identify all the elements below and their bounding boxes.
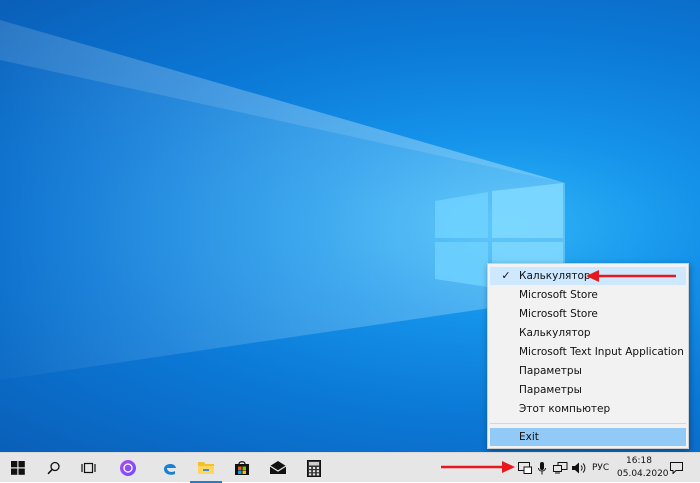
menu-item-label: Microsoft Store — [519, 308, 598, 320]
menu-item-label: Параметры — [519, 365, 582, 377]
menu-item-label: Microsoft Text Input Application — [519, 346, 684, 358]
checkmark-icon: ✓ — [501, 269, 511, 282]
network-icon[interactable] — [551, 453, 569, 483]
menu-item-text-input-app[interactable]: Microsoft Text Input Application — [490, 343, 686, 361]
task-view-icon[interactable] — [72, 453, 104, 483]
red-arrow-menu — [586, 270, 676, 282]
tray-context-menu: ✓ Калькулятор Microsoft Store Microsoft … — [487, 263, 689, 449]
alice-assistant-icon[interactable] — [112, 453, 144, 483]
notifications-icon[interactable] — [664, 453, 688, 483]
taskbar: РУС 16:18 05.04.2020 — [0, 452, 700, 483]
menu-separator — [490, 423, 686, 424]
menu-item-settings-2[interactable]: Параметры — [490, 381, 686, 399]
menu-item-label: Параметры — [519, 384, 582, 396]
clock-time[interactable]: 16:18 — [626, 456, 652, 466]
tray-app-icon[interactable] — [516, 453, 534, 483]
red-arrow-tray — [441, 461, 515, 473]
volume-icon[interactable] — [570, 453, 588, 483]
menu-item-this-pc[interactable]: Этот компьютер — [490, 400, 686, 418]
windows-start-icon[interactable] — [0, 453, 36, 483]
menu-item-label: Этот компьютер — [519, 403, 611, 415]
clock-date[interactable]: 05.04.2020 — [617, 469, 669, 479]
store-icon[interactable] — [226, 453, 258, 483]
menu-item-settings[interactable]: Параметры — [490, 362, 686, 380]
language-indicator[interactable]: РУС — [592, 463, 609, 473]
menu-item-label: Калькулятор — [519, 327, 591, 339]
menu-item-microsoft-store-2[interactable]: Microsoft Store — [490, 305, 686, 323]
edge-icon[interactable] — [154, 453, 186, 483]
mail-icon[interactable] — [262, 453, 294, 483]
menu-item-label: Exit — [519, 431, 539, 443]
menu-item-calculator[interactable]: Калькулятор — [490, 324, 686, 342]
microphone-icon[interactable] — [535, 453, 549, 483]
menu-item-label: Microsoft Store — [519, 289, 598, 301]
calculator-icon[interactable] — [298, 453, 330, 483]
menu-item-label: Калькулятор — [519, 270, 591, 282]
search-icon[interactable] — [38, 453, 70, 483]
file-explorer-icon[interactable] — [190, 453, 222, 483]
menu-item-exit[interactable]: Exit — [490, 428, 686, 446]
menu-item-microsoft-store[interactable]: Microsoft Store — [490, 286, 686, 304]
